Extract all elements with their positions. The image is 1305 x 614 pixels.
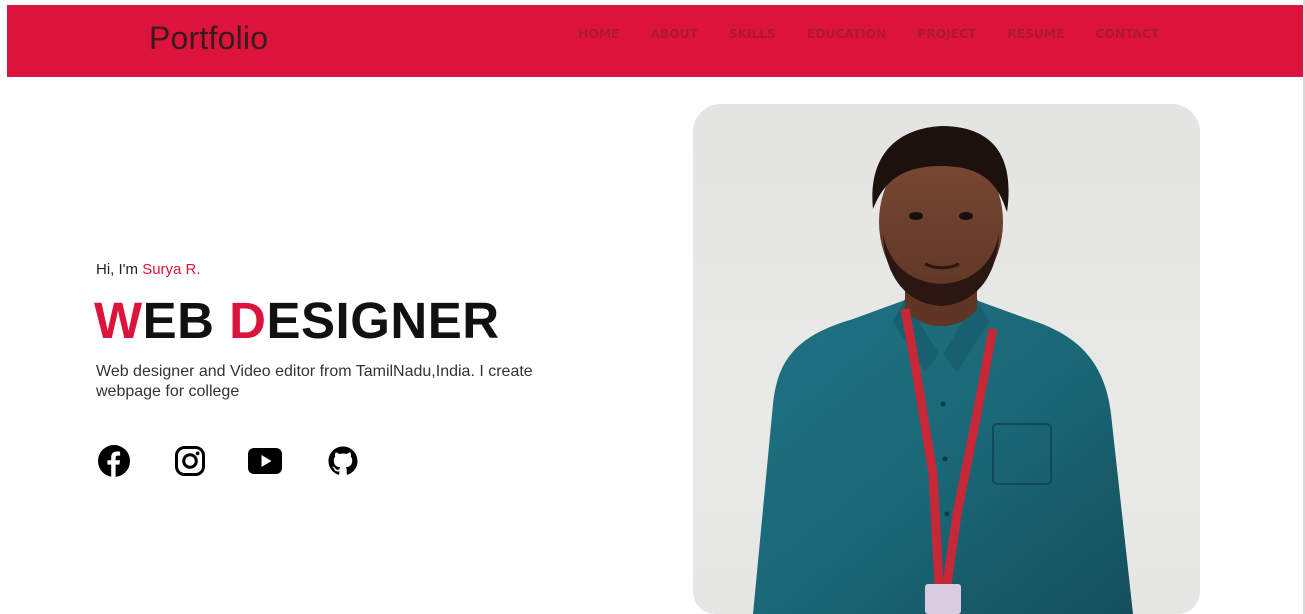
title-rest-designer: ESIGNER [266,292,500,349]
hero-name: Surya R. [142,261,201,278]
title-rest-web: EB [142,292,230,349]
hero-greeting: Hi, I'm Surya R. [96,261,201,279]
nav-resume[interactable]: RESUME [1007,25,1064,43]
youtube-icon[interactable] [248,444,282,478]
site-header: Portfolio HOME ABOUT SKILLS EDUCATION PR… [7,5,1303,77]
site-logo[interactable]: Portfolio [149,18,268,58]
instagram-icon[interactable] [173,444,207,478]
nav-skills[interactable]: SKILLS [729,25,776,43]
nav-education[interactable]: EDUCATION [807,25,887,43]
profile-photo-illustration [753,126,1133,614]
github-icon[interactable] [326,444,360,478]
portfolio-page: Portfolio HOME ABOUT SKILLS EDUCATION PR… [0,0,1305,614]
profile-photo [693,104,1200,614]
hero-title: WEB DESIGNER [94,292,500,350]
nav-about[interactable]: ABOUT [650,25,698,43]
title-initial-d: D [229,292,267,349]
title-initial-w: W [94,292,143,349]
nav-project[interactable]: PROJECT [917,25,976,43]
greeting-prefix: Hi, I'm [96,261,143,278]
facebook-icon[interactable] [97,444,131,478]
nav-home[interactable]: HOME [578,25,619,43]
hero-description: Web designer and Video editor from Tamil… [96,363,533,400]
main-nav: HOME ABOUT SKILLS EDUCATION PROJECT RESU… [578,25,1190,43]
nav-contact[interactable]: CONTACT [1095,25,1159,43]
